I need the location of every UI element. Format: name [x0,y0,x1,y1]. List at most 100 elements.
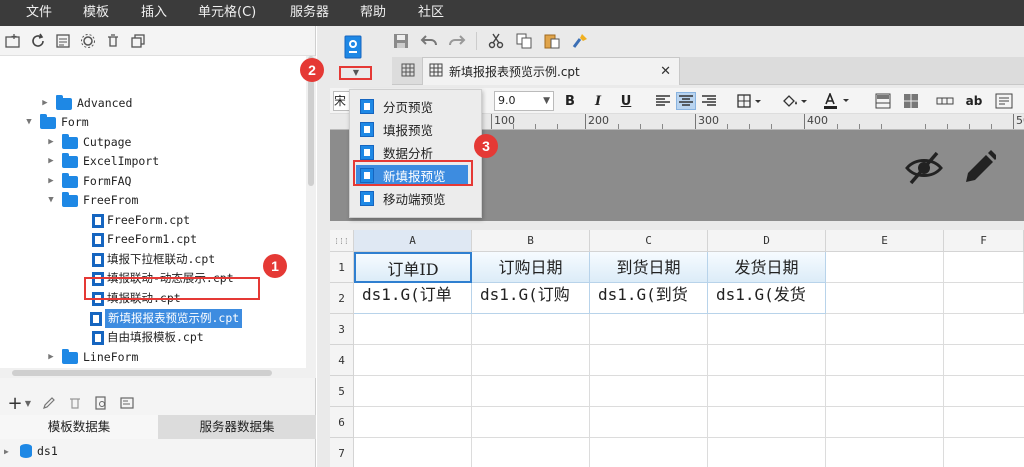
tree-item-file[interactable]: 自由填报模板.cpt [92,328,204,347]
preview-dropdown-toggle[interactable]: ▼ [341,67,371,79]
preview-button[interactable] [338,30,368,64]
row-header[interactable]: 5 [330,376,354,407]
paste-icon[interactable] [543,32,561,50]
menu-template[interactable]: 模板 [83,0,109,26]
tab-server-datasets[interactable]: 服务器数据集 [158,415,316,439]
tree-item-freefrom[interactable]: ▼ FreeFrom [46,191,138,210]
column-header[interactable]: B [472,230,590,252]
tab-template-datasets[interactable]: 模板数据集 [0,415,158,439]
chevron-down-icon[interactable]: ▼ [24,394,32,412]
chevron-down-icon[interactable]: ▼ [46,191,56,210]
fill-color-button[interactable] [780,92,810,110]
chevron-right-icon[interactable]: ▶ [4,447,12,456]
grid-view-icon[interactable] [401,63,415,80]
align-left-button[interactable] [654,92,672,110]
chevron-right-icon[interactable]: ▶ [46,152,56,171]
chevron-right-icon[interactable]: ▶ [40,94,50,113]
add-dataset-icon[interactable]: + [6,393,24,414]
menu-cell[interactable]: 单元格(C) [198,0,256,26]
border-button[interactable] [736,92,764,110]
tree-item-advanced[interactable]: ▶ Advanced [40,94,132,113]
tree-item-file[interactable]: 填报联动-动态展示.cpt [92,269,234,288]
cell-b1[interactable]: 订购日期 [472,252,590,283]
cell-a2[interactable]: ds1.G(订单 [354,283,472,314]
undo-icon[interactable] [420,32,438,50]
copy-icon[interactable] [129,32,147,50]
pencil-icon[interactable] [962,148,998,189]
cell-c2[interactable]: ds1.G(到货 [590,283,708,314]
delete-icon[interactable] [104,32,122,50]
tab-report-file[interactable]: 新填报报表预览示例.cpt ✕ [422,57,680,85]
tree-item-file[interactable]: 填报联动.cpt [92,289,181,308]
column-header[interactable]: D [708,230,826,252]
edit-icon[interactable] [40,394,58,412]
template-info-icon[interactable] [54,32,72,50]
menu-item-paged-preview[interactable]: 分页预览 [360,96,433,116]
row-header[interactable]: 7 [330,438,354,467]
select-all-corner[interactable]: ⁞⁞⁞ [330,230,354,252]
insert-row-button[interactable] [936,92,954,110]
tree-item-file[interactable]: 填报下拉框联动.cpt [92,250,215,269]
menu-community[interactable]: 社区 [418,0,444,26]
delete-icon[interactable] [66,394,84,412]
column-header[interactable]: A [354,230,472,252]
cut-icon[interactable] [487,32,505,50]
tree-item-file[interactable]: FreeForm1.cpt [92,230,197,249]
settings-icon[interactable] [79,32,97,50]
row-header[interactable]: 3 [330,314,354,345]
column-header[interactable]: C [590,230,708,252]
menu-help[interactable]: 帮助 [360,0,386,26]
column-header[interactable]: F [944,230,1024,252]
tree-item-form[interactable]: ▼ Form [24,113,89,132]
tree-item-file[interactable]: FreeForm.cpt [92,211,190,230]
tree-vertical-scrollbar[interactable] [306,56,316,368]
tree-item-lineform[interactable]: ▶ LineForm [46,348,138,367]
cell-c1[interactable]: 到货日期 [590,252,708,283]
align-center-button[interactable] [676,92,696,110]
tree-item-excelimport[interactable]: ▶ ExcelImport [46,152,159,171]
scrollbar-thumb[interactable] [12,370,272,376]
merge-cells-button[interactable] [902,92,920,110]
redo-icon[interactable] [448,32,466,50]
cell-b2[interactable]: ds1.G(订购 [472,283,590,314]
chevron-right-icon[interactable]: ▶ [46,172,56,191]
row-header[interactable]: 6 [330,407,354,438]
freeze-button[interactable] [874,92,892,110]
italic-button[interactable]: I [590,92,606,110]
row-header[interactable]: 2 [330,283,354,314]
dataset-item[interactable]: ▶ ds1 [4,442,58,460]
menu-item-data-analysis[interactable]: 数据分析 [360,142,433,162]
close-icon[interactable]: ✕ [660,64,671,79]
tree-horizontal-scrollbar[interactable] [0,368,316,378]
menu-insert[interactable]: 插入 [141,0,167,26]
cell-d2[interactable]: ds1.G(发货 [708,283,826,314]
menu-item-new-fill-preview[interactable]: 新填报预览 [356,165,468,185]
underline-button[interactable]: U [618,92,634,110]
font-size-select[interactable]: 9.0 ▼ [494,91,554,111]
cell-e2[interactable] [826,283,944,314]
tree-item-cutpage[interactable]: ▶ Cutpage [46,133,131,152]
empty-cells[interactable] [354,314,1024,467]
pane-divider[interactable] [330,221,1024,230]
copy-icon[interactable] [515,32,533,50]
chevron-right-icon[interactable]: ▶ [46,133,56,152]
chevron-right-icon[interactable]: ▶ [46,348,56,367]
tree-item-file-selected[interactable]: 新填报报表预览示例.cpt [90,309,243,328]
preview-icon[interactable] [338,30,368,64]
text-style-button[interactable]: ab [964,92,984,110]
preview-dataset-icon[interactable] [92,394,110,412]
chevron-down-icon[interactable]: ▼ [24,113,34,132]
cell-e1[interactable] [826,252,944,283]
menu-server[interactable]: 服务器 [290,0,329,26]
align-right-button[interactable] [700,92,718,110]
cell-d1[interactable]: 发货日期 [708,252,826,283]
new-folder-icon[interactable] [4,32,22,50]
refresh-icon[interactable] [29,32,47,50]
row-header[interactable]: 1 [330,252,354,283]
menu-item-mobile-preview[interactable]: 移动端预览 [360,188,446,208]
save-icon[interactable] [392,32,410,50]
column-header[interactable]: E [826,230,944,252]
menu-item-fill-preview[interactable]: 填报预览 [360,119,433,139]
cell-a1[interactable]: 订单ID [354,252,472,283]
hide-eye-icon[interactable] [905,150,943,189]
